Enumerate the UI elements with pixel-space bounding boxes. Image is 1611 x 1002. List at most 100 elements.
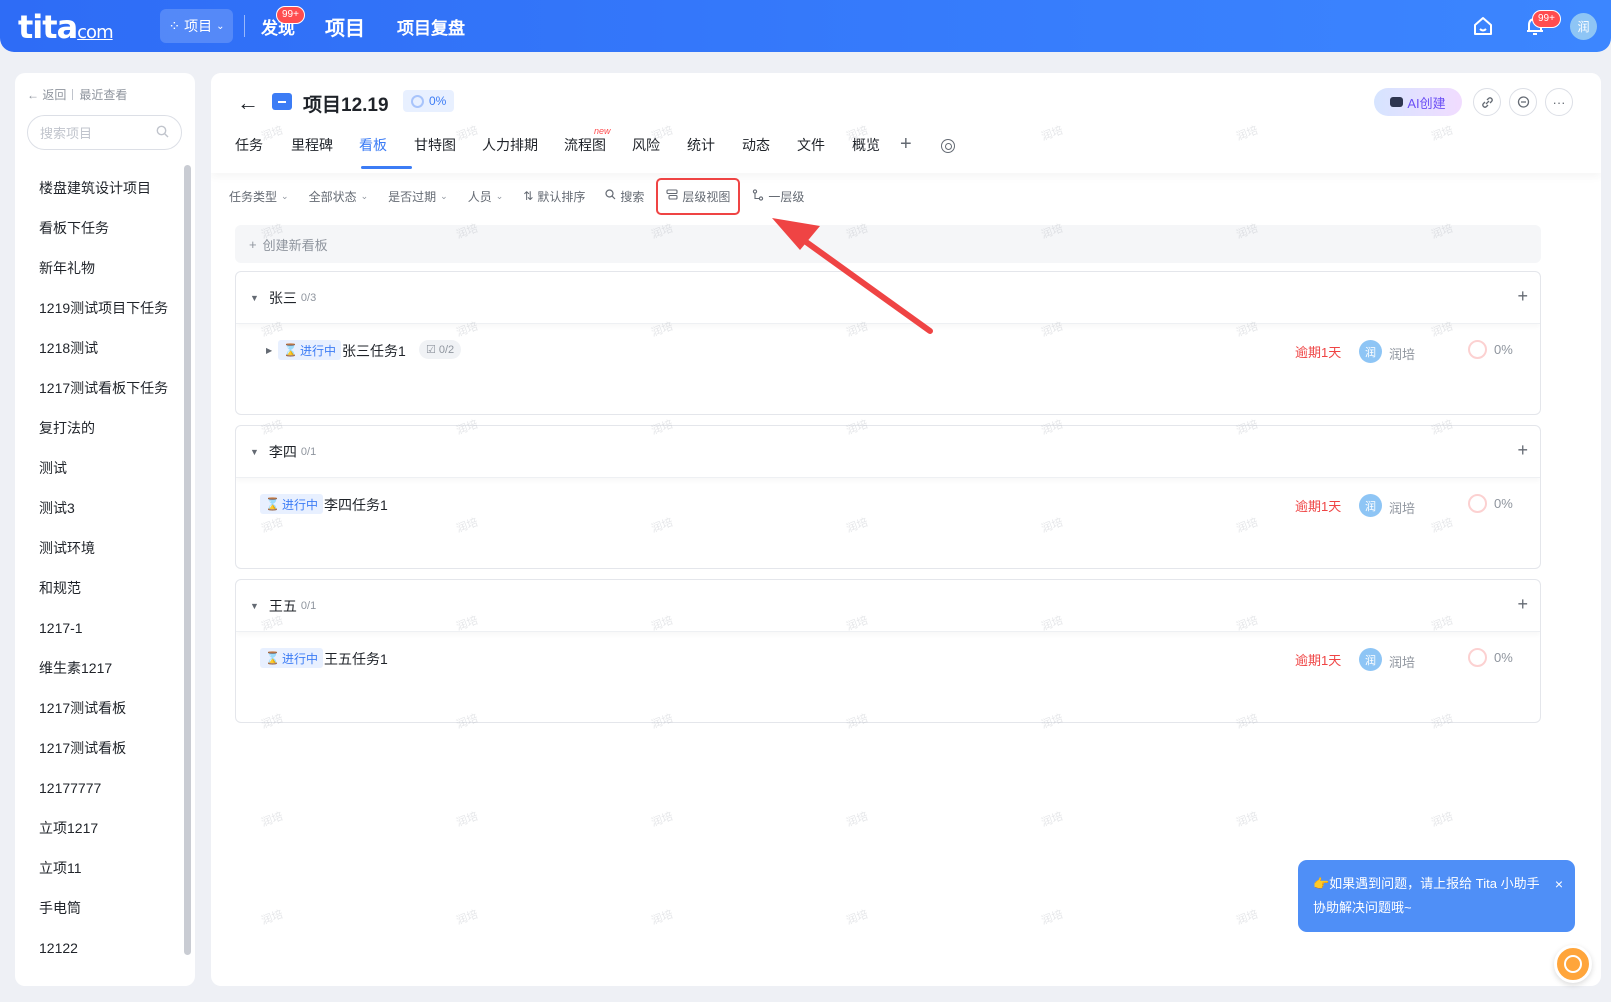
watermark-text: 润培 [259, 908, 285, 928]
status-badge[interactable]: ⌛ 进行中 [260, 648, 323, 668]
recent-label[interactable]: 最近查看 [79, 86, 127, 103]
back-link[interactable]: ← 返回 [27, 86, 66, 103]
page-title: 项目12.19 [303, 95, 389, 116]
tab-5[interactable]: 流程图 new [564, 126, 632, 169]
people-filter[interactable]: 人员 ⌄ [468, 188, 504, 205]
sidebar-project-item[interactable]: 1217测试看板 [39, 728, 169, 768]
sidebar-project-item[interactable]: 1217测试看板下任务 [39, 368, 169, 408]
settings-icon[interactable] [941, 139, 955, 153]
collapse-triangle-icon[interactable]: ▼ [250, 447, 259, 457]
project-progress-chip[interactable]: 0% [403, 90, 455, 112]
project-search-input[interactable]: 搜索项目 [27, 115, 182, 150]
tab-1[interactable]: 里程碑 [291, 135, 359, 169]
task-name[interactable]: 李四任务1 [324, 495, 388, 515]
sidebar-project-item[interactable]: 立项1217 [39, 808, 169, 848]
tab-label: 流程图 [564, 137, 606, 153]
watermark-text: 润培 [1234, 908, 1260, 928]
watermark-text: 润培 [1039, 908, 1065, 928]
tab-2[interactable]: 看板 [359, 135, 414, 169]
home-icon[interactable] [1471, 14, 1495, 38]
hierarchy-view-button[interactable]: 层级视图 [656, 177, 741, 215]
search-button[interactable]: 搜索 [605, 188, 644, 205]
status-filter[interactable]: 全部状态 ⌄ [309, 188, 369, 205]
tab-9[interactable]: 文件 [797, 135, 852, 169]
subtask-count-chip[interactable]: ☑ 0/2 [419, 340, 462, 359]
search-placeholder: 搜索项目 [40, 126, 93, 141]
sidebar-project-item[interactable]: 12177777 [39, 768, 169, 808]
tita-logo[interactable]: titacom [18, 8, 114, 46]
tab-4[interactable]: 人力排期 [482, 135, 564, 169]
tab-3[interactable]: 甘特图 [414, 135, 482, 169]
task-row[interactable]: ▶ ⌛ 进行中 张三任务1 ☑ 0/2 逾期1天 润 润培 0% [236, 324, 1540, 374]
group-header[interactable]: ▼ 张三 0/3 [236, 272, 1540, 324]
project-app-switcher[interactable]: ⁘ 项目 ⌄ [160, 9, 233, 43]
status-badge[interactable]: ⌛ 进行中 [260, 494, 323, 514]
create-board-button[interactable]: + 创建新看板 [235, 225, 1541, 263]
sidebar-project-item[interactable]: 测试3 [39, 488, 169, 528]
close-icon[interactable]: × [1555, 872, 1563, 896]
nav-project-review[interactable]: 项目复盘 [397, 14, 465, 39]
sidebar-project-item[interactable]: 复打法的 [39, 408, 169, 448]
sidebar-project-item[interactable]: 看板下任务 [39, 208, 169, 248]
sidebar-project-item[interactable]: 1218测试 [39, 328, 169, 368]
task-row[interactable]: ⌛ 进行中 王五任务1 逾期1天 润 润培 0% [236, 632, 1540, 682]
ai-create-button[interactable]: AI创建 [1374, 88, 1462, 116]
overdue-filter[interactable]: 是否过期 ⌄ [388, 188, 448, 205]
tab-label: 统计 [687, 137, 715, 153]
add-task-icon[interactable]: + [1517, 440, 1528, 461]
task-type-filter[interactable]: 任务类型 ⌄ [229, 188, 289, 205]
task-progress[interactable]: 0% [1494, 650, 1513, 665]
add-tab-icon[interactable]: + [900, 133, 912, 156]
add-task-icon[interactable]: + [1517, 286, 1528, 307]
group-header[interactable]: ▼ 王五 0/1 [236, 580, 1540, 632]
collapse-triangle-icon[interactable]: ▼ [250, 293, 259, 303]
avatar[interactable]: 润 [1359, 648, 1382, 671]
watermark-text: 润培 [454, 908, 480, 928]
watermark-text: 润培 [454, 810, 480, 830]
new-tag-badge: new [594, 126, 611, 136]
watermark-text: 润培 [844, 810, 870, 830]
assistant-icon[interactable] [1554, 945, 1592, 983]
sidebar-project-item[interactable]: 12122 [39, 928, 169, 968]
sort-button[interactable]: ⇅ 默认排序 [523, 188, 585, 205]
task-row[interactable]: ⌛ 进行中 李四任务1 逾期1天 润 润培 0% [236, 478, 1540, 528]
avatar[interactable]: 润 [1359, 340, 1382, 363]
sidebar-project-item[interactable]: 新年礼物 [39, 248, 169, 288]
sidebar-project-item[interactable]: 维生素1217 [39, 648, 169, 688]
task-name[interactable]: 张三任务1 [342, 341, 406, 361]
sidebar-project-item[interactable]: 1219测试项目下任务 [39, 288, 169, 328]
expand-triangle-icon[interactable]: ▶ [266, 346, 272, 355]
group-header[interactable]: ▼ 李四 0/1 [236, 426, 1540, 478]
collapse-triangle-icon[interactable]: ▼ [250, 601, 259, 611]
add-task-icon[interactable]: + [1517, 594, 1528, 615]
sidebar-project-item[interactable]: 楼盘建筑设计项目 [39, 168, 169, 208]
tab-6[interactable]: 风险 [632, 135, 687, 169]
sidebar-scrollbar[interactable] [184, 165, 191, 955]
sidebar-project-item[interactable]: 和规范 [39, 568, 169, 608]
sidebar-project-item[interactable]: 手电筒 [39, 888, 169, 928]
back-arrow-icon[interactable]: ← [237, 90, 259, 116]
sidebar-project-item[interactable]: 1217-1 [39, 608, 169, 648]
tab-7[interactable]: 统计 [687, 135, 742, 169]
status-badge[interactable]: ⌛ 进行中 [278, 340, 341, 360]
task-progress[interactable]: 0% [1494, 342, 1513, 357]
task-name[interactable]: 王五任务1 [324, 649, 388, 669]
sidebar-project-item[interactable]: 测试环境 [39, 528, 169, 568]
more-options-button[interactable]: ··· [1545, 88, 1573, 116]
avatar[interactable]: 润 [1359, 494, 1382, 517]
top-navigation-bar: titacom ⁘ 项目 ⌄ 发现 99+ 项目 项目复盘 99+ 润 [0, 0, 1611, 52]
tab-8[interactable]: 动态 [742, 135, 797, 169]
nav-project[interactable]: 项目 [325, 12, 365, 41]
sidebar-project-item[interactable]: 1217测试看板 [39, 688, 169, 728]
task-progress[interactable]: 0% [1494, 496, 1513, 511]
user-avatar[interactable]: 润 [1570, 13, 1597, 40]
level-selector[interactable]: 一层级 [752, 188, 804, 205]
sidebar-project-item[interactable]: 测试 [39, 448, 169, 488]
link-icon[interactable] [1473, 88, 1501, 116]
board-group: ▼ 王五 0/1 + ⌛ 进行中 王五任务1 逾期1天 润 润培 0% [235, 579, 1541, 723]
sidebar-project-item[interactable]: 立项11 [39, 848, 169, 888]
board-group: ▼ 李四 0/1 + ⌛ 进行中 李四任务1 逾期1天 润 润培 0% [235, 425, 1541, 569]
comment-icon[interactable] [1509, 88, 1537, 116]
tab-0[interactable]: 任务 [235, 135, 291, 169]
tab-label: 任务 [235, 137, 263, 153]
